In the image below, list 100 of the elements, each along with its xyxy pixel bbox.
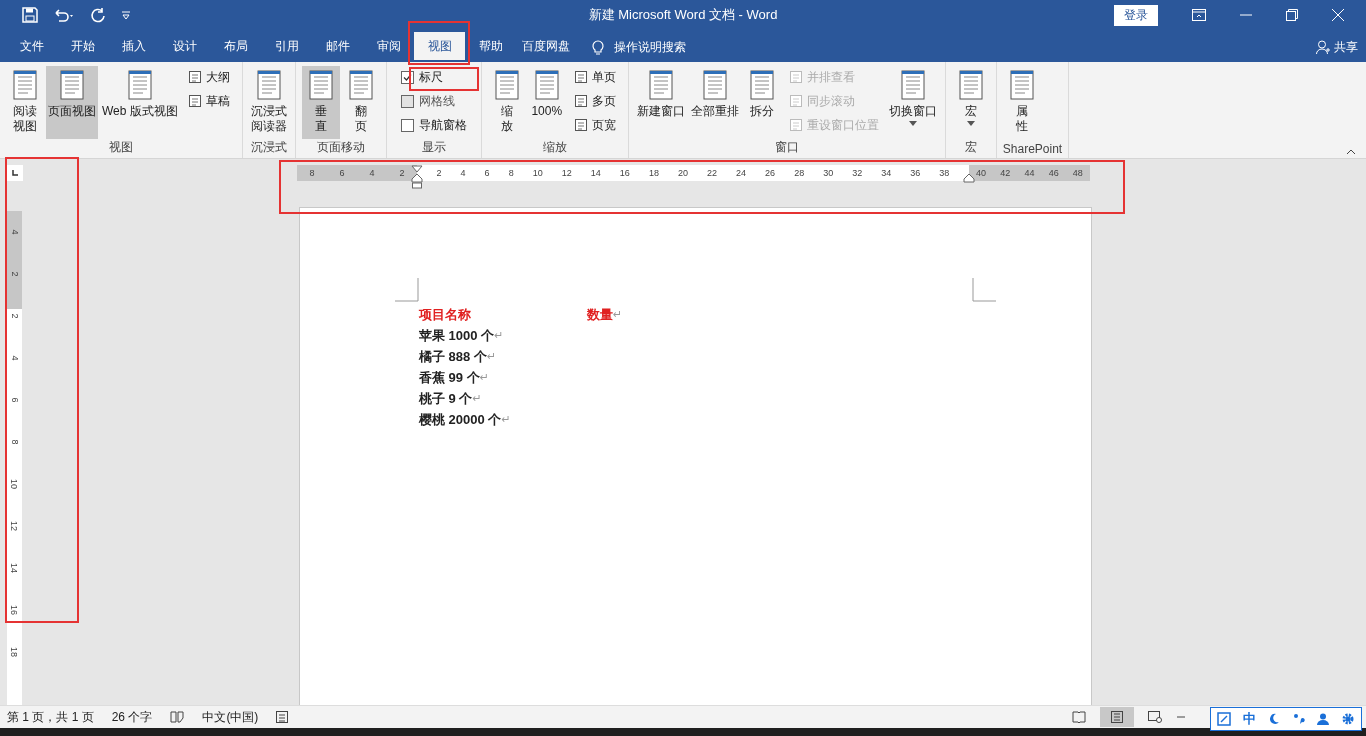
ribbon-tab[interactable]: 开始 (57, 32, 108, 60)
save-icon[interactable] (22, 7, 38, 23)
ribbon-button[interactable]: 缩放 (487, 66, 526, 139)
ruler-number: 18 (8, 647, 21, 657)
ribbon-button[interactable]: 沉浸式阅读器 (248, 66, 289, 139)
ruler-checkbox[interactable]: 导航窗格 (396, 114, 471, 136)
ribbon-tab[interactable]: 百度网盘 (516, 32, 576, 60)
macro-record-icon[interactable] (276, 711, 289, 723)
proofing-icon[interactable] (170, 711, 185, 723)
redo-icon[interactable] (90, 7, 106, 23)
ribbon-tab[interactable]: 插入 (108, 32, 159, 60)
ribbon-button[interactable]: 阅读视图 (6, 66, 44, 139)
ribbon-button[interactable]: 页宽 (571, 114, 618, 136)
column-heading: 项目名称 (419, 305, 472, 324)
ribbon-button[interactable]: 切换窗口 (886, 66, 939, 139)
page-icon (573, 118, 588, 132)
ruler-number: 8 (309, 168, 315, 178)
collapse-ribbon-icon[interactable] (1346, 149, 1356, 155)
ruler-number: 4 (369, 168, 375, 178)
corner-icon (12, 170, 18, 176)
ribbon-button[interactable]: Web 版式视图 (100, 66, 180, 139)
ruler-number: 2 (436, 168, 442, 178)
restore-icon[interactable] (1286, 9, 1298, 21)
ribbon-button[interactable]: 新建窗口 (634, 66, 687, 139)
ribbon-button[interactable]: 100% (527, 66, 566, 139)
ribbon-button[interactable]: 属性 (1002, 66, 1041, 142)
paragraph-mark: ↵ (501, 413, 511, 425)
tell-me-search[interactable]: 操作说明搜索 (614, 38, 686, 56)
tab-selector[interactable] (7, 165, 23, 181)
crop-mark (972, 278, 996, 302)
document-text: 桃子 9 个 (419, 389, 473, 408)
ribbon-tab[interactable]: 审阅 (363, 32, 414, 60)
ruler-number: 34 (881, 168, 892, 178)
ruler-number: 4 (8, 355, 21, 361)
indent-marker-icon[interactable] (411, 165, 423, 189)
ruler-number: 16 (619, 168, 630, 178)
customize-caret-icon[interactable] (120, 9, 132, 21)
ribbon-button[interactable]: 多页 (571, 90, 618, 112)
ribbon-display-icon[interactable] (1192, 9, 1206, 21)
punctuation-icon[interactable] (1292, 713, 1305, 725)
ruler-number: 12 (561, 168, 572, 178)
ruler-number: 44 (1024, 168, 1035, 178)
document-text: 橘子 888 个 (419, 347, 487, 366)
ruler-number: 36 (910, 168, 921, 178)
group-label: 宏 (963, 139, 978, 156)
pen-icon[interactable] (1217, 712, 1232, 726)
ribbon-tab[interactable]: 引用 (261, 32, 312, 60)
ribbon-button[interactable]: 草稿 (185, 90, 232, 112)
ruler-number: 6 (484, 168, 490, 178)
document-text: 樱桃 20000 个 (419, 410, 502, 429)
ribbon-button[interactable]: 全部重排 (688, 66, 741, 139)
settings-icon[interactable] (1340, 712, 1355, 726)
ruler-number: 10 (532, 168, 543, 178)
ribbon-tab[interactable]: 文件 (6, 32, 57, 60)
ribbon-tab[interactable]: 设计 (159, 32, 210, 60)
ribbon-button[interactable]: 页面视图 (46, 66, 98, 139)
highlight-box (409, 67, 479, 91)
ribbon-button[interactable]: 单页 (571, 66, 618, 88)
share-button[interactable]: 共享 (1334, 38, 1358, 56)
page-count[interactable]: 第 1 页，共 1 页 (7, 708, 94, 726)
ribbon-tab[interactable]: 视图 (414, 32, 465, 60)
paragraph-mark: ↵ (486, 350, 497, 362)
group-label: 显示 (420, 139, 447, 156)
close-icon[interactable] (1332, 9, 1344, 21)
undo-icon[interactable] (52, 7, 76, 23)
crop-mark (395, 278, 419, 302)
ribbon-button[interactable]: 翻页 (341, 66, 380, 139)
paragraph-mark: ↵ (494, 329, 504, 341)
ruler-number: 28 (794, 168, 805, 178)
window-title: 新建 Microsoft Word 文档 - Word (588, 6, 778, 24)
user-icon[interactable] (1316, 713, 1329, 725)
person-icon (1316, 40, 1330, 54)
ruler-checkbox[interactable]: 标尺 (396, 66, 471, 88)
ruler-number: 12 (8, 521, 21, 531)
ribbon-tab[interactable]: 帮助 (465, 32, 516, 60)
group-label: SharePoint (1002, 142, 1063, 156)
indent-marker-icon[interactable] (963, 173, 975, 183)
print-layout-button[interactable] (1100, 707, 1134, 727)
page-icon (1110, 711, 1124, 723)
language-indicator[interactable]: 中文(中国) (202, 708, 259, 726)
ruler-number: 14 (590, 168, 601, 178)
ribbon-button[interactable]: 垂直 (301, 66, 340, 139)
page-icon (573, 94, 588, 108)
ribbon-tab[interactable]: 布局 (210, 32, 261, 60)
checkbox-icon (400, 94, 414, 108)
ruler-number: 32 (852, 168, 863, 178)
ruler-number: 8 (8, 439, 21, 445)
ribbon-button[interactable]: 宏 (951, 66, 990, 139)
login-button[interactable]: 登录 (1114, 4, 1158, 26)
ribbon-button[interactable]: 大纲 (185, 66, 232, 88)
word-count[interactable]: 26 个字 (111, 708, 153, 726)
input-mode[interactable]: 中 (1243, 710, 1257, 728)
ribbon-tab[interactable]: 邮件 (312, 32, 363, 60)
group-label: 缩放 (541, 139, 568, 156)
moon-icon[interactable] (1268, 713, 1281, 725)
read-mode-icon[interactable] (1072, 711, 1086, 723)
ribbon-button[interactable]: 拆分 (742, 66, 781, 139)
ruler-number: 4 (8, 229, 21, 235)
web-layout-icon[interactable] (1148, 711, 1162, 723)
page-icon (788, 118, 803, 132)
